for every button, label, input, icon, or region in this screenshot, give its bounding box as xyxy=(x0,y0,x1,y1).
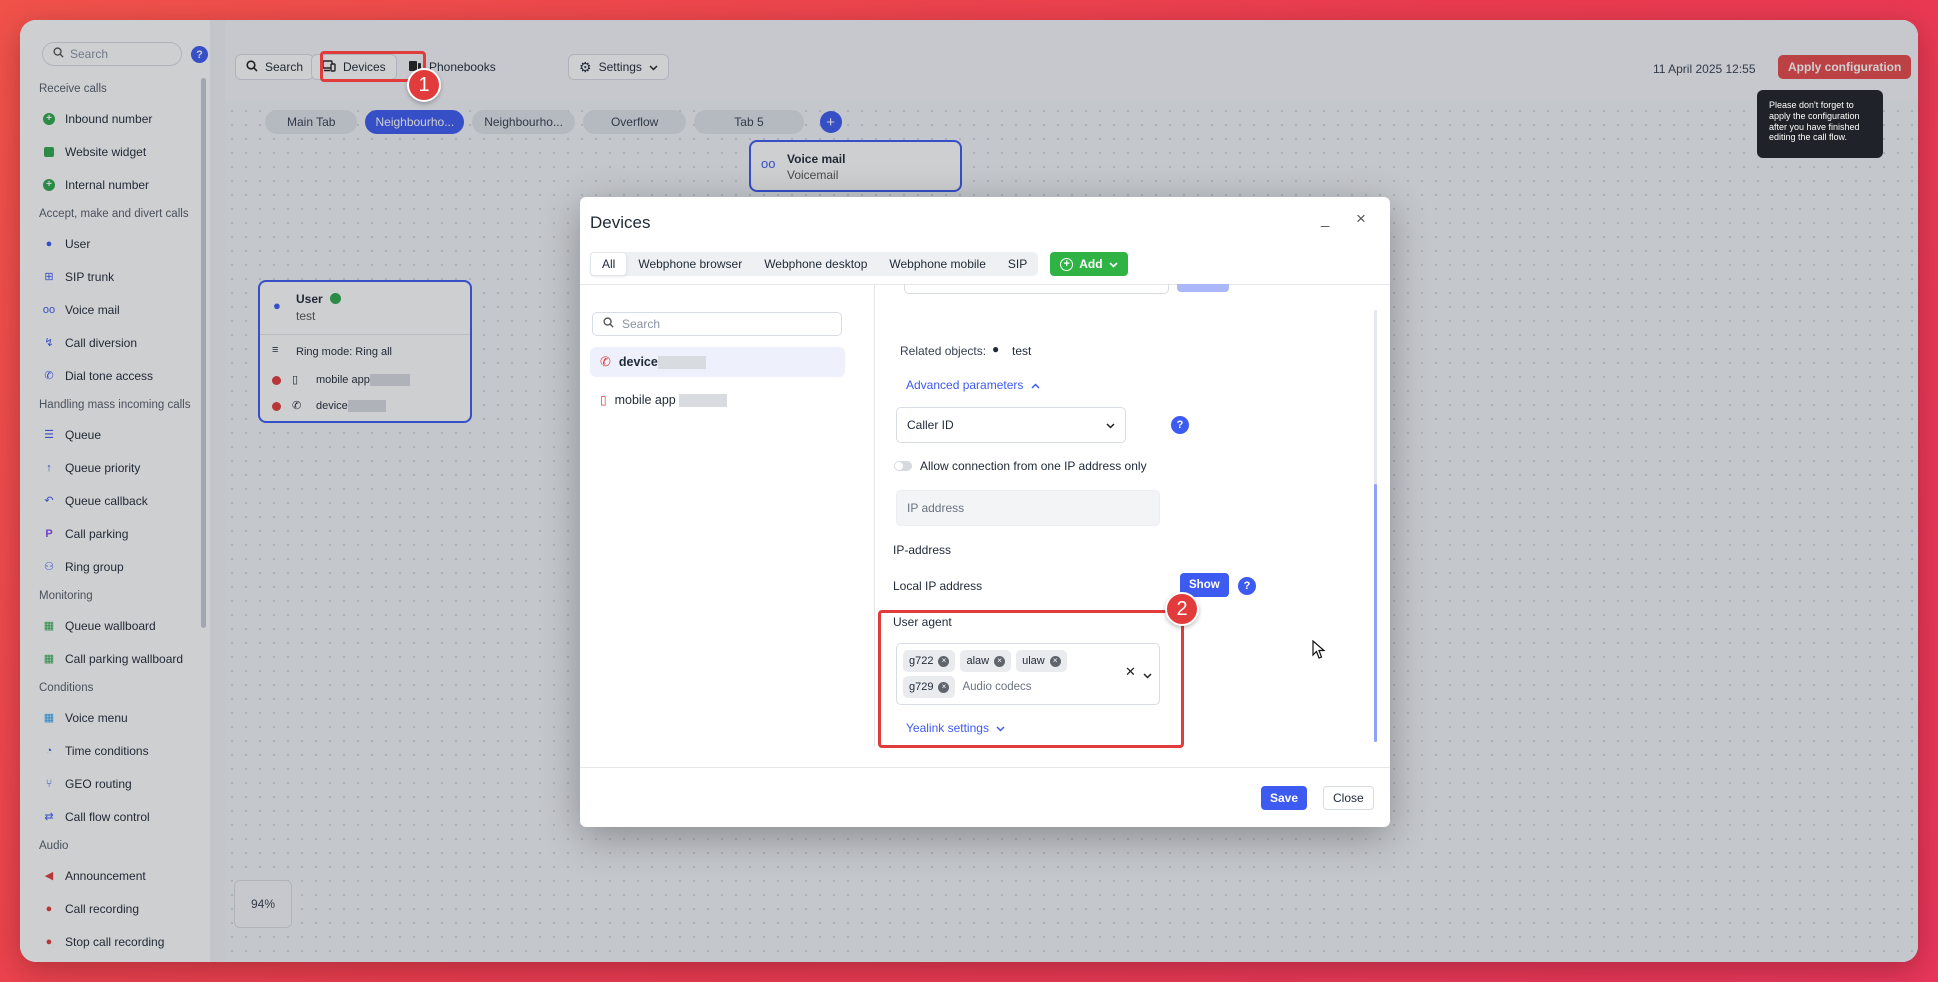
device-search-input[interactable]: Search xyxy=(592,312,842,336)
help-icon[interactable]: ? xyxy=(1171,416,1189,434)
plus-circle-icon: + xyxy=(1060,257,1074,271)
tab-webphone-desktop[interactable]: Webphone desktop xyxy=(753,252,878,276)
divider xyxy=(580,767,1390,768)
add-device-label: Add xyxy=(1079,257,1103,271)
toggle-knob xyxy=(895,462,903,470)
advanced-parameters-toggle[interactable]: Advanced parameters xyxy=(906,378,1040,392)
mouse-cursor-icon xyxy=(1312,640,1326,659)
ip-address-input[interactable]: IP address xyxy=(896,490,1160,526)
device-list-item[interactable]: ✆ device xyxy=(590,347,845,377)
devices-modal: Devices _ × All Webphone browser Webphon… xyxy=(580,197,1390,827)
add-device-button[interactable]: + Add xyxy=(1050,252,1128,276)
apply-configuration-tooltip: Please don't forget to apply the configu… xyxy=(1757,90,1883,158)
minimize-icon[interactable]: _ xyxy=(1321,211,1329,228)
device-search-placeholder: Search xyxy=(622,317,661,331)
device-name: device xyxy=(619,355,706,370)
annotation-box-2 xyxy=(878,610,1184,748)
search-icon xyxy=(603,317,614,331)
user-icon: ● xyxy=(992,342,1000,356)
local-ip-label: Local IP address xyxy=(893,579,983,593)
caller-id-value: Caller ID xyxy=(907,418,954,432)
ip-address-label: IP-address xyxy=(893,543,952,557)
phone-icon: ✆ xyxy=(600,354,611,369)
allow-one-ip-toggle[interactable] xyxy=(894,461,912,471)
caller-id-select[interactable]: Caller ID xyxy=(896,407,1126,443)
mobile-app-icon: ▯ xyxy=(600,393,607,407)
tab-webphone-mobile[interactable]: Webphone mobile xyxy=(878,252,997,276)
tab-all[interactable]: All xyxy=(590,252,628,276)
related-objects-label: Related objects: xyxy=(900,344,987,358)
chevron-up-icon xyxy=(1031,378,1040,392)
cut-off-button[interactable] xyxy=(1177,284,1229,292)
tab-group: All Webphone browser Webphone desktop We… xyxy=(590,252,1039,276)
app-window: Search ? Receive calls + Inbound number Web… xyxy=(20,20,1918,962)
device-list-item[interactable]: ▯ mobile app xyxy=(590,385,845,415)
chevron-down-icon xyxy=(1109,257,1118,271)
help-icon[interactable]: ? xyxy=(1238,577,1256,595)
device-type-tabs: All Webphone browser Webphone desktop We… xyxy=(590,252,1128,276)
tab-sip[interactable]: SIP xyxy=(997,252,1038,276)
form-scrollbar-thumb[interactable] xyxy=(1374,484,1377,742)
cut-off-field[interactable] xyxy=(904,284,1169,294)
divider xyxy=(874,284,875,747)
close-button[interactable]: Close xyxy=(1323,786,1374,810)
annotation-badge-1: 1 xyxy=(407,68,441,102)
device-name: mobile app xyxy=(615,393,728,408)
related-object-link[interactable]: test xyxy=(1012,344,1031,358)
tab-webphone-browser[interactable]: Webphone browser xyxy=(627,252,753,276)
allow-one-ip-label: Allow connection from one IP address onl… xyxy=(920,459,1147,473)
save-button[interactable]: Save xyxy=(1261,786,1308,810)
annotation-badge-2: 2 xyxy=(1165,592,1199,626)
chevron-down-icon xyxy=(1106,418,1115,432)
ip-address-placeholder: IP address xyxy=(907,501,965,515)
modal-title: Devices xyxy=(590,213,651,232)
close-icon[interactable]: × xyxy=(1356,209,1366,229)
